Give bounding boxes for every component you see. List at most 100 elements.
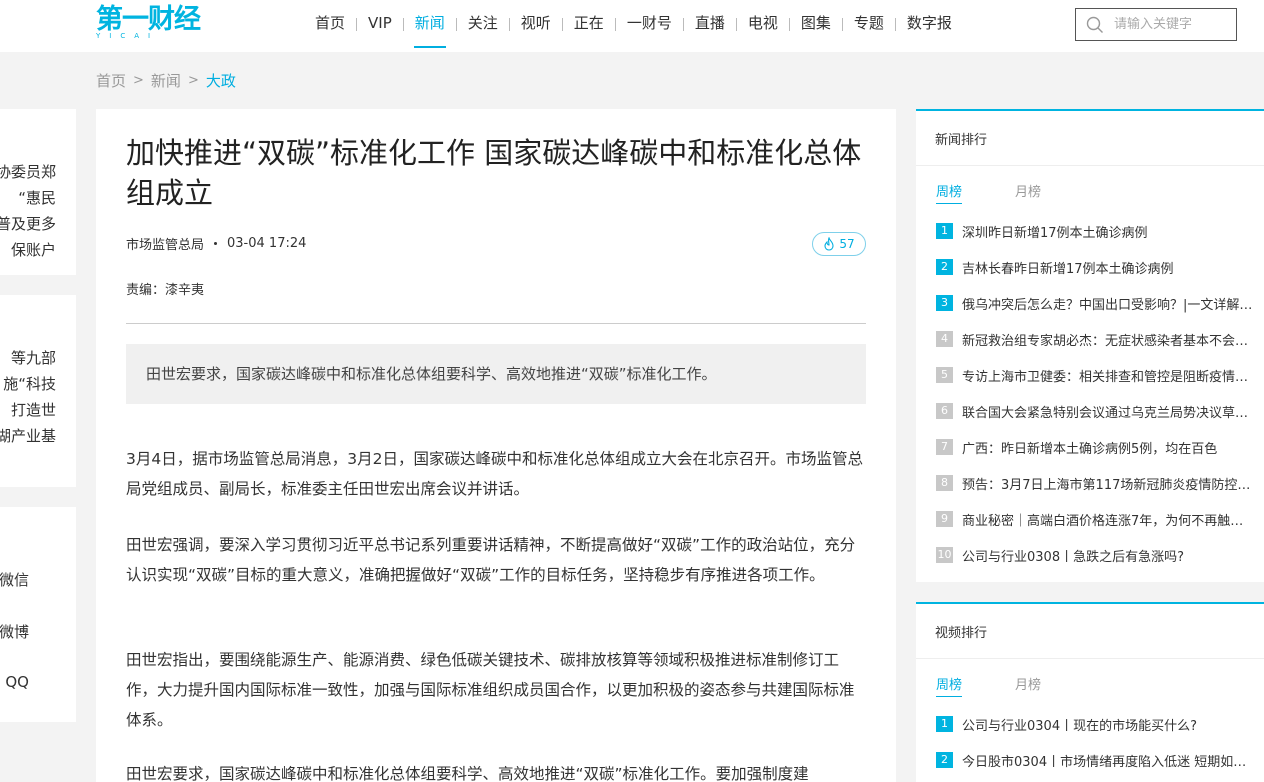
nav-item[interactable]: 视听 (510, 0, 562, 48)
flame-icon (824, 237, 834, 251)
site-header: 第一财经 YICAI 首页 VIP 新闻 关注 视听 正在 一财号 直播 电视 图集 专题 数字报 (0, 0, 1264, 52)
related-text-line: 施“科技 (3, 375, 56, 393)
divider (916, 165, 1264, 166)
news-rank-panel: 新闻排行 周榜 月榜 1 深圳昨日新增17例本土确诊病例 2 吉林长春昨日新增17例本… (916, 109, 1264, 582)
divider (126, 323, 866, 324)
article-time: 03-04 17:24 (227, 236, 307, 251)
rank-item[interactable]: 2 今日股市0304丨市场情绪再度陷入低迷 短期如… (936, 750, 1264, 770)
related-text-line: 协委员郑 (0, 163, 56, 181)
rank-item[interactable]: 5 专访上海市卫健委：相关排查和管控是阻断疫情… (936, 365, 1264, 385)
breadcrumb-separator: > (133, 73, 144, 88)
nav-item[interactable]: 直播 (684, 0, 736, 48)
rank-item[interactable]: 7 广西：昨日新增本土确诊病例5例，均在百色 (936, 437, 1264, 457)
left-related-card-1[interactable]: 协委员郑 “惠民 普及更多 保账户 (0, 109, 76, 275)
share-weibo[interactable]: 微博 (0, 621, 29, 642)
nav-item[interactable]: 电视 (737, 0, 789, 48)
breadcrumb-home[interactable]: 首页 (96, 70, 126, 91)
rank-item[interactable]: 1 深圳昨日新增17例本土确诊病例 (936, 221, 1264, 241)
search-input[interactable] (1114, 17, 1224, 32)
rank-number: 1 (936, 716, 953, 732)
article-title: 加快推进“双碳”标准化工作 国家碳达峰碳中和标准化总体组成立 (126, 136, 862, 210)
related-text-line: 普及更多 (0, 215, 56, 233)
rank-number: 5 (936, 367, 953, 383)
rank-item[interactable]: 10 公司与行业0308丨急跌之后有急涨吗? (936, 545, 1264, 565)
article-meta: 市场监管总局 03-04 17:24 (126, 234, 306, 253)
nav-item[interactable]: 正在 (563, 0, 615, 48)
video-rank-panel: 视频排行 周榜 月榜 1 公司与行业0304丨现在的市场能买什么? 2 今日股市030… (916, 602, 1264, 782)
rank-number: 10 (936, 547, 953, 563)
search-box[interactable] (1075, 8, 1237, 41)
related-text-line: 等九部 (10, 349, 56, 367)
rank-headline: 预告：3月7日上海市第117场新冠肺炎疫情防控… (962, 477, 1251, 493)
left-related-card-2[interactable]: 等九部 施“科技 打造世 湖产业基 (0, 295, 76, 487)
rank-headline: 吉林长春昨日新增17例本土确诊病例 (962, 261, 1174, 277)
nav-item[interactable]: 新闻 (404, 0, 456, 48)
article-source[interactable]: 市场监管总局 (126, 234, 204, 253)
rank-headline: 专访上海市卫健委：相关排查和管控是阻断疫情… (962, 369, 1249, 385)
article-panel: 加快推进“双碳”标准化工作 国家碳达峰碳中和标准化总体组成立 市场监管总局 03… (96, 109, 896, 782)
rank-number: 1 (936, 223, 953, 239)
rank-headline: 今日股市0304丨市场情绪再度陷入低迷 短期如… (962, 754, 1247, 770)
rank-headline: 公司与行业0304丨现在的市场能买什么? (962, 718, 1197, 734)
related-text-line: 保账户 (10, 241, 56, 259)
nav-item[interactable]: 一财号 (616, 0, 683, 48)
rank-number: 9 (936, 511, 953, 527)
article-summary: 田世宏要求，国家碳达峰碳中和标准化总体组要科学、高效地推进“双碳”标准化工作。 (126, 344, 866, 404)
related-text-line: 打造世 (10, 401, 56, 419)
rank-item[interactable]: 3 俄乌冲突后怎么走？中国出口受影响？|一文详解… (936, 293, 1264, 313)
video-rank-title: 视频排行 (935, 626, 988, 641)
rank-number: 4 (936, 331, 953, 347)
rank-item[interactable]: 2 吉林长春昨日新增17例本土确诊病例 (936, 257, 1264, 277)
rank-number: 3 (936, 295, 953, 311)
nav-item[interactable]: 数字报 (896, 0, 963, 48)
rank-headline: 新冠救治组专家胡必杰：无症状感染者基本不会… (962, 333, 1249, 349)
rank-number: 7 (936, 439, 953, 455)
related-text-line: “惠民 (18, 189, 56, 207)
divider (916, 658, 1264, 659)
share-qq[interactable]: QQ (5, 673, 29, 691)
tab-weekly[interactable]: 周榜 (936, 181, 963, 204)
share-panel: 微信 微博 QQ (0, 507, 76, 722)
logo-subtext: YICAI (96, 32, 160, 40)
article-paragraph: 田世宏指出，要围绕能源生产、能源消费、绿色低碳关键技术、碳排放核算等领域积极推进… (126, 651, 855, 729)
tab-monthly[interactable]: 月榜 (1015, 181, 1041, 203)
tab-monthly[interactable]: 月榜 (1015, 674, 1041, 696)
rank-headline: 公司与行业0308丨急跌之后有急涨吗? (962, 549, 1184, 565)
rank-headline: 商业秘密｜高端白酒价格连涨7年，为何不再触… (962, 513, 1244, 529)
search-icon[interactable] (1086, 16, 1104, 34)
like-button[interactable]: 57 (812, 232, 866, 256)
breadcrumb-news[interactable]: 新闻 (151, 70, 181, 91)
related-text-line: 湖产业基 (0, 427, 56, 445)
rank-number: 2 (936, 259, 953, 275)
rank-headline: 深圳昨日新增17例本土确诊病例 (962, 225, 1148, 241)
share-wechat[interactable]: 微信 (0, 569, 29, 590)
news-rank-title: 新闻排行 (935, 133, 988, 148)
rank-headline: 联合国大会紧急特别会议通过乌克兰局势决议草… (962, 405, 1249, 421)
rank-number: 2 (936, 752, 953, 768)
rank-item[interactable]: 6 联合国大会紧急特别会议通过乌克兰局势决议草… (936, 401, 1264, 421)
nav-item[interactable]: 关注 (457, 0, 509, 48)
breadcrumb-current[interactable]: 大政 (206, 70, 236, 91)
article-editor: 责编：漆辛夷 (126, 283, 205, 298)
rank-item[interactable]: 9 商业秘密｜高端白酒价格连涨7年，为何不再触… (936, 509, 1264, 529)
article-paragraph: 田世宏强调，要深入学习贯彻习近平总书记系列重要讲话精神，不断提高做好“双碳”工作… (126, 536, 856, 584)
rank-item[interactable]: 8 预告：3月7日上海市第117场新冠肺炎疫情防控… (936, 473, 1264, 493)
meta-dot (214, 242, 218, 245)
rank-number: 8 (936, 475, 953, 491)
nav-item[interactable]: 首页 (304, 0, 356, 48)
breadcrumb-separator: > (187, 73, 199, 88)
site-logo[interactable]: 第一财经 YICAI (96, 2, 201, 44)
article-paragraph: 田世宏要求，国家碳达峰碳中和标准化总体组要科学、高效地推进“双碳”标准化工作。要… (126, 765, 809, 782)
nav-item[interactable]: 专题 (843, 0, 895, 48)
nav-item[interactable]: VIP (357, 0, 403, 48)
rank-item[interactable]: 1 公司与行业0304丨现在的市场能买什么? (936, 714, 1264, 734)
rank-number: 6 (936, 403, 953, 419)
like-count: 57 (839, 237, 855, 251)
rank-headline: 广西：昨日新增本土确诊病例5例，均在百色 (962, 441, 1218, 457)
rank-item[interactable]: 4 新冠救治组专家胡必杰：无症状感染者基本不会… (936, 329, 1264, 349)
article-paragraph: 3月4日，据市场监管总局消息，3月2日，国家碳达峰碳中和标准化总体组成立大会在北… (126, 450, 863, 498)
tab-weekly[interactable]: 周榜 (936, 674, 963, 697)
rank-headline: 俄乌冲突后怎么走？中国出口受影响？|一文详解… (962, 297, 1253, 313)
nav-item[interactable]: 图集 (790, 0, 842, 48)
breadcrumb: 首页 > 新闻 > 大政 (96, 70, 236, 91)
